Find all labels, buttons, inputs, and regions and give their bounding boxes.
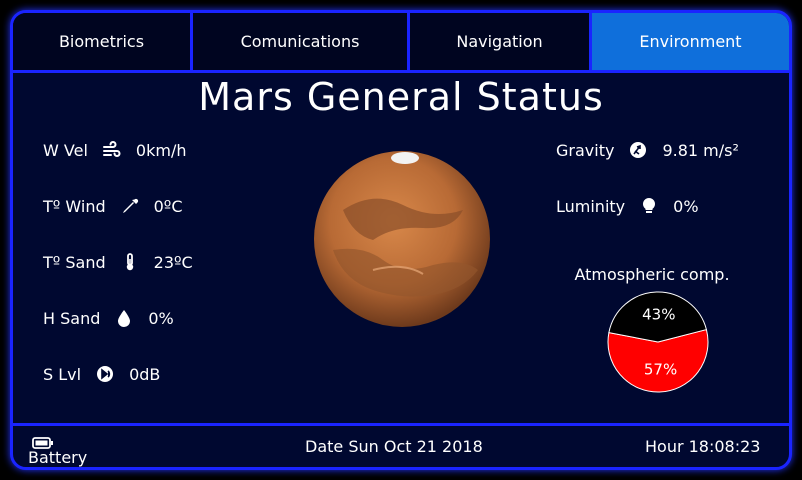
tab-comunications[interactable]: Comunications (193, 13, 410, 70)
reading-value: 0ºC (153, 196, 183, 216)
reading-sand-temperature: Tº Sand 23ºC (43, 252, 193, 272)
atmosphere-chart-title: Atmospheric comp. (574, 265, 730, 284)
sound-level-icon (95, 364, 115, 384)
gravity-icon (628, 140, 648, 160)
battery-status: Battery (28, 437, 87, 467)
wind-icon (102, 140, 122, 160)
hour-display: Hour 18:08:23 (645, 437, 761, 456)
reading-value: 0km/h (135, 140, 187, 160)
lightbulb-icon (639, 196, 659, 216)
reading-label: H Sand (43, 308, 101, 328)
reading-label: Tº Sand (43, 252, 106, 272)
tab-biometrics[interactable]: Biometrics (13, 13, 193, 70)
tab-bar: Biometrics Comunications Navigation Envi… (13, 13, 789, 73)
reading-label: W Vel (43, 140, 88, 160)
tab-navigation[interactable]: Navigation (410, 13, 592, 70)
water-drop-icon (114, 308, 134, 328)
pipette-icon (120, 196, 140, 216)
reading-luminity: Luminity 0% (556, 196, 699, 216)
tab-environment[interactable]: Environment (592, 13, 789, 70)
reading-label: S Lvl (43, 364, 82, 384)
reading-value: 0% (148, 308, 174, 328)
page-title: Mars General Status (198, 75, 604, 119)
reading-label: Tº Wind (43, 196, 106, 216)
reading-label: Luminity (556, 196, 626, 216)
reading-label: Gravity (556, 140, 615, 160)
date-display: Date Sun Oct 21 2018 (305, 437, 483, 456)
reading-wind-temperature: Tº Wind 0ºC (43, 196, 183, 216)
thermometer-icon (120, 252, 140, 272)
pie-slice-label-1: 57% (644, 360, 677, 378)
reading-value: 9.81 m/s² (662, 140, 739, 160)
reading-value: 23ºC (153, 252, 193, 272)
battery-label: Battery (28, 448, 88, 467)
reading-gravity: Gravity 9.81 m/s² (556, 140, 739, 160)
reading-value: 0dB (129, 364, 161, 384)
atmosphere-pie-chart: 57% 43% (607, 291, 709, 393)
dashboard-frame: Biometrics Comunications Navigation Envi… (10, 10, 792, 470)
pie-slice-label-2: 43% (642, 306, 675, 324)
mars-planet-image (314, 151, 490, 327)
reading-value: 0% (673, 196, 699, 216)
reading-sand-humidity: H Sand 0% (43, 308, 174, 328)
reading-sound-level: S Lvl 0dB (43, 364, 160, 384)
reading-wind-velocity: W Vel 0km/h (43, 140, 186, 160)
status-footer: Battery Date Sun Oct 21 2018 Hour 18:08:… (13, 423, 789, 467)
